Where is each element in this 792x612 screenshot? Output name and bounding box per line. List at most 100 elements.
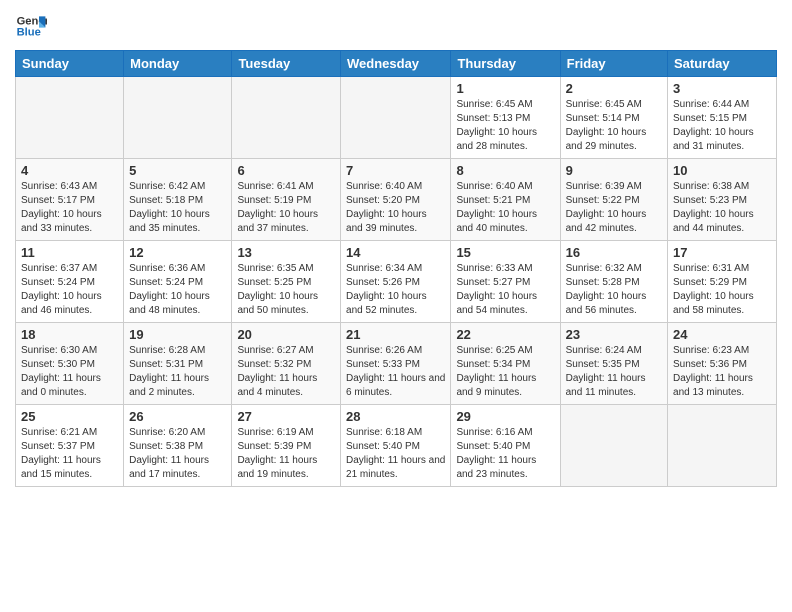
day-number: 3 <box>673 81 771 96</box>
day-info: Sunrise: 6:36 AMSunset: 5:24 PMDaylight:… <box>129 262 226 318</box>
calendar-day: 3 Sunrise: 6:44 AMSunset: 5:15 PMDaylight… <box>668 77 777 159</box>
day-number: 1 <box>456 81 554 96</box>
day-info: Sunrise: 6:45 AMSunset: 5:13 PMDaylight:… <box>456 98 554 154</box>
day-info: Sunrise: 6:40 AMSunset: 5:20 PMDaylight:… <box>346 180 445 236</box>
col-friday: Friday <box>560 51 667 77</box>
col-wednesday: Wednesday <box>341 51 451 77</box>
day-number: 8 <box>456 163 554 178</box>
day-number: 7 <box>346 163 445 178</box>
day-info: Sunrise: 6:28 AMSunset: 5:31 PMDaylight:… <box>129 344 226 400</box>
calendar-day: 13 Sunrise: 6:35 AMSunset: 5:25 PMDayligh… <box>232 241 341 323</box>
day-info: Sunrise: 6:34 AMSunset: 5:26 PMDaylight:… <box>346 262 445 318</box>
calendar-week-1: 1 Sunrise: 6:45 AMSunset: 5:13 PMDaylight… <box>16 77 777 159</box>
day-number: 28 <box>346 409 445 424</box>
calendar-day: 14 Sunrise: 6:34 AMSunset: 5:26 PMDayligh… <box>341 241 451 323</box>
day-number: 6 <box>237 163 335 178</box>
calendar-day: 27 Sunrise: 6:19 AMSunset: 5:39 PMDayligh… <box>232 405 341 487</box>
day-info: Sunrise: 6:20 AMSunset: 5:38 PMDaylight:… <box>129 426 226 482</box>
day-number: 13 <box>237 245 335 260</box>
day-number: 2 <box>566 81 662 96</box>
calendar-day: 6 Sunrise: 6:41 AMSunset: 5:19 PMDaylight… <box>232 159 341 241</box>
calendar-day: 9 Sunrise: 6:39 AMSunset: 5:22 PMDaylight… <box>560 159 667 241</box>
day-number: 22 <box>456 327 554 342</box>
day-number: 23 <box>566 327 662 342</box>
calendar-header-row: Sunday Monday Tuesday Wednesday Thursday… <box>16 51 777 77</box>
day-info: Sunrise: 6:18 AMSunset: 5:40 PMDaylight:… <box>346 426 445 482</box>
calendar-day: 23 Sunrise: 6:24 AMSunset: 5:35 PMDayligh… <box>560 323 667 405</box>
day-number: 19 <box>129 327 226 342</box>
calendar-day: 21 Sunrise: 6:26 AMSunset: 5:33 PMDayligh… <box>341 323 451 405</box>
day-info: Sunrise: 6:23 AMSunset: 5:36 PMDaylight:… <box>673 344 771 400</box>
calendar-day: 11 Sunrise: 6:37 AMSunset: 5:24 PMDayligh… <box>16 241 124 323</box>
day-number: 9 <box>566 163 662 178</box>
day-number: 11 <box>21 245 118 260</box>
day-number: 18 <box>21 327 118 342</box>
calendar-day: 19 Sunrise: 6:28 AMSunset: 5:31 PMDayligh… <box>124 323 232 405</box>
day-info: Sunrise: 6:42 AMSunset: 5:18 PMDaylight:… <box>129 180 226 236</box>
day-number: 27 <box>237 409 335 424</box>
day-number: 29 <box>456 409 554 424</box>
calendar-day: 24 Sunrise: 6:23 AMSunset: 5:36 PMDayligh… <box>668 323 777 405</box>
calendar-day <box>124 77 232 159</box>
col-saturday: Saturday <box>668 51 777 77</box>
day-number: 14 <box>346 245 445 260</box>
page-header: General Blue <box>15 10 777 42</box>
calendar-day: 8 Sunrise: 6:40 AMSunset: 5:21 PMDaylight… <box>451 159 560 241</box>
calendar-day: 15 Sunrise: 6:33 AMSunset: 5:27 PMDayligh… <box>451 241 560 323</box>
calendar-week-3: 11 Sunrise: 6:37 AMSunset: 5:24 PMDayligh… <box>16 241 777 323</box>
calendar-day <box>341 77 451 159</box>
calendar-day: 5 Sunrise: 6:42 AMSunset: 5:18 PMDaylight… <box>124 159 232 241</box>
day-number: 16 <box>566 245 662 260</box>
day-number: 25 <box>21 409 118 424</box>
day-info: Sunrise: 6:33 AMSunset: 5:27 PMDaylight:… <box>456 262 554 318</box>
day-info: Sunrise: 6:26 AMSunset: 5:33 PMDaylight:… <box>346 344 445 400</box>
day-info: Sunrise: 6:24 AMSunset: 5:35 PMDaylight:… <box>566 344 662 400</box>
calendar-day: 29 Sunrise: 6:16 AMSunset: 5:40 PMDayligh… <box>451 405 560 487</box>
day-info: Sunrise: 6:43 AMSunset: 5:17 PMDaylight:… <box>21 180 118 236</box>
day-info: Sunrise: 6:27 AMSunset: 5:32 PMDaylight:… <box>237 344 335 400</box>
day-number: 15 <box>456 245 554 260</box>
calendar-day: 18 Sunrise: 6:30 AMSunset: 5:30 PMDayligh… <box>16 323 124 405</box>
calendar-day <box>16 77 124 159</box>
col-thursday: Thursday <box>451 51 560 77</box>
calendar-day: 28 Sunrise: 6:18 AMSunset: 5:40 PMDayligh… <box>341 405 451 487</box>
logo: General Blue <box>15 10 47 42</box>
svg-text:Blue: Blue <box>17 27 41 39</box>
calendar-day: 26Sunrise: 6:20 AMSunset: 5:38 PMDayligh… <box>124 405 232 487</box>
col-tuesday: Tuesday <box>232 51 341 77</box>
day-number: 10 <box>673 163 771 178</box>
day-number: 5 <box>129 163 226 178</box>
day-info: Sunrise: 6:35 AMSunset: 5:25 PMDaylight:… <box>237 262 335 318</box>
day-number: 17 <box>673 245 771 260</box>
calendar-day: 10Sunrise: 6:38 AMSunset: 5:23 PMDayligh… <box>668 159 777 241</box>
calendar-day: 20Sunrise: 6:27 AMSunset: 5:32 PMDayligh… <box>232 323 341 405</box>
day-number: 24 <box>673 327 771 342</box>
day-info: Sunrise: 6:40 AMSunset: 5:21 PMDaylight:… <box>456 180 554 236</box>
day-info: Sunrise: 6:37 AMSunset: 5:24 PMDaylight:… <box>21 262 118 318</box>
col-monday: Monday <box>124 51 232 77</box>
day-info: Sunrise: 6:44 AMSunset: 5:15 PMDaylight:… <box>673 98 771 154</box>
day-info: Sunrise: 6:41 AMSunset: 5:19 PMDaylight:… <box>237 180 335 236</box>
calendar-day: 12Sunrise: 6:36 AMSunset: 5:24 PMDayligh… <box>124 241 232 323</box>
day-number: 4 <box>21 163 118 178</box>
day-info: Sunrise: 6:16 AMSunset: 5:40 PMDaylight:… <box>456 426 554 482</box>
logo-icon: General Blue <box>15 10 47 42</box>
page-container: General Blue Sunday Monday Tuesday Wedne… <box>0 0 792 497</box>
day-info: Sunrise: 6:39 AMSunset: 5:22 PMDaylight:… <box>566 180 662 236</box>
day-number: 21 <box>346 327 445 342</box>
day-info: Sunrise: 6:25 AMSunset: 5:34 PMDaylight:… <box>456 344 554 400</box>
calendar-week-4: 18 Sunrise: 6:30 AMSunset: 5:30 PMDayligh… <box>16 323 777 405</box>
calendar-day: 4 Sunrise: 6:43 AMSunset: 5:17 PMDaylight… <box>16 159 124 241</box>
calendar-week-2: 4 Sunrise: 6:43 AMSunset: 5:17 PMDaylight… <box>16 159 777 241</box>
day-info: Sunrise: 6:21 AMSunset: 5:37 PMDaylight:… <box>21 426 118 482</box>
calendar-day: 7 Sunrise: 6:40 AMSunset: 5:20 PMDaylight… <box>341 159 451 241</box>
calendar-day <box>668 405 777 487</box>
calendar-day: 16Sunrise: 6:32 AMSunset: 5:28 PMDayligh… <box>560 241 667 323</box>
day-info: Sunrise: 6:45 AMSunset: 5:14 PMDaylight:… <box>566 98 662 154</box>
calendar-day: 1 Sunrise: 6:45 AMSunset: 5:13 PMDaylight… <box>451 77 560 159</box>
calendar-week-5: 25 Sunrise: 6:21 AMSunset: 5:37 PMDayligh… <box>16 405 777 487</box>
day-info: Sunrise: 6:30 AMSunset: 5:30 PMDaylight:… <box>21 344 118 400</box>
calendar-day <box>232 77 341 159</box>
day-info: Sunrise: 6:19 AMSunset: 5:39 PMDaylight:… <box>237 426 335 482</box>
col-sunday: Sunday <box>16 51 124 77</box>
